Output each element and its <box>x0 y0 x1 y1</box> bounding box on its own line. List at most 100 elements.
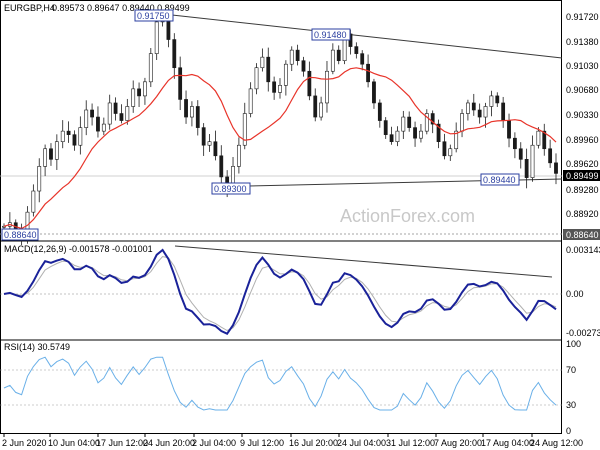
candle-body <box>407 116 412 128</box>
price-tick: 0.89960 <box>566 135 599 145</box>
current-price-tag: 0.89499 <box>563 170 600 181</box>
candle-body <box>143 81 147 97</box>
annotation-low2: 0.89300 <box>211 182 251 195</box>
candle-body <box>43 148 48 167</box>
rsi-tick-30: 30 <box>566 400 576 410</box>
candle-body <box>366 63 370 83</box>
time-tick: 16 Jul 20:00 <box>289 438 338 448</box>
macd-tick-zero: 0.00 <box>566 289 584 299</box>
candle-body <box>530 144 535 178</box>
svg-text:0.89300: 0.89300 <box>214 184 247 194</box>
candle-body <box>107 102 112 125</box>
annotation-high2: 0.91480 <box>311 28 351 41</box>
candle-body <box>313 95 318 118</box>
candle-body <box>172 39 177 69</box>
candle-body <box>148 53 153 83</box>
candle-body <box>507 120 511 139</box>
svg-text:0.91750: 0.91750 <box>137 11 170 21</box>
candle-body <box>319 102 324 118</box>
candle-body <box>278 85 282 93</box>
candle-body <box>419 130 423 139</box>
time-tick: 2 Jul 04:00 <box>192 438 236 448</box>
candle-body <box>501 102 506 121</box>
candle-body <box>442 141 447 157</box>
candle-body <box>101 123 106 132</box>
candle-body <box>372 81 376 104</box>
chart-frame <box>0 0 562 434</box>
price-tick: 0.91030 <box>566 61 599 71</box>
candle-body <box>119 113 124 121</box>
candle-body <box>213 141 218 157</box>
price-tick: 0.89280 <box>566 185 599 195</box>
symbol-label: EURGBP,H4 <box>4 3 55 13</box>
candle-body <box>460 113 464 132</box>
time-tick: 24 Aug 12:00 <box>530 438 583 448</box>
candle-body <box>471 102 476 111</box>
candle-body <box>66 130 71 135</box>
time-tick: 17 Jun 12:00 <box>96 438 148 448</box>
price-tick: 0.90330 <box>566 110 599 120</box>
rsi-tick-0: 0 <box>566 426 571 436</box>
time-tick: 7 Aug 20:00 <box>434 438 482 448</box>
macd-trendline <box>174 245 553 278</box>
svg-text:0.88640: 0.88640 <box>4 230 37 240</box>
candle-body <box>554 162 558 174</box>
candle-body <box>495 95 500 104</box>
price-tick: 0.90680 <box>566 85 599 95</box>
candle-body <box>266 56 271 83</box>
candle-body <box>413 127 417 139</box>
candle-body <box>254 67 259 90</box>
candle-body <box>289 49 294 65</box>
annotation-low1: 0.88640 <box>1 228 39 241</box>
macd-label: MACD(12,26,9) -0.001578 -0.001001 <box>4 244 153 254</box>
time-tick: 24 Jun 20:00 <box>143 438 195 448</box>
candle-body <box>354 46 359 54</box>
candle-body <box>37 166 42 192</box>
time-axis: 2 Jun 2020 10 Jun 04:0017 Jun 12:0024 Jun… <box>2 433 583 448</box>
annotation-low3: 0.89440 <box>480 173 520 186</box>
time-tick: 24 Jul 04:00 <box>337 438 386 448</box>
time-tick: 17 Aug 04:00 <box>481 438 534 448</box>
price-tick: 0.88920 <box>566 209 599 219</box>
candle-body <box>178 67 183 100</box>
time-tick: 2 Jun 2020 <box>2 438 47 448</box>
candle-body <box>248 88 253 114</box>
svg-text:0.88640: 0.88640 <box>566 230 599 240</box>
candle-body <box>78 127 83 146</box>
price-chart[interactable]: ActionForex.com EURGBP,H4 0.89573 0.8964… <box>0 0 600 450</box>
watermark: ActionForex.com <box>340 206 475 226</box>
candle-body <box>154 21 159 54</box>
price-axis: 0.91720 0.91380 0.91030 0.90680 0.90330 … <box>566 12 599 219</box>
candle-body <box>301 60 306 72</box>
candle-body <box>219 155 224 178</box>
candle-body <box>131 88 136 107</box>
candle-body <box>336 49 341 61</box>
candle-body <box>190 106 194 118</box>
candle-body <box>236 144 241 167</box>
candle-body <box>201 127 206 146</box>
candle-body <box>260 56 265 69</box>
candle-body <box>477 109 482 118</box>
candle-body <box>325 70 329 104</box>
candle-body <box>489 95 494 107</box>
candle-body <box>90 109 94 118</box>
candle-body <box>512 137 517 150</box>
candle-body <box>195 106 200 128</box>
candle-body <box>96 116 100 132</box>
candle-body <box>383 120 388 135</box>
svg-text:0.89440: 0.89440 <box>483 175 516 185</box>
price-tick: 0.89620 <box>566 159 599 169</box>
rsi-label: RSI(14) 30.5749 <box>4 342 70 352</box>
candle-body <box>84 109 89 128</box>
candle-body <box>330 49 335 72</box>
candle-body <box>207 141 212 146</box>
time-tick: 31 Jul 12:00 <box>386 438 435 448</box>
macd-signal-line <box>3 256 557 332</box>
price-tick: 0.91380 <box>566 37 599 47</box>
macd-tick-top: 0.003143 <box>566 245 600 255</box>
candle-body <box>49 148 53 160</box>
annotation-high1: 0.91750 <box>134 9 174 22</box>
candle-body <box>295 49 300 61</box>
time-tick: 10 Jun 04:00 <box>48 438 100 448</box>
candle-body <box>395 130 400 143</box>
